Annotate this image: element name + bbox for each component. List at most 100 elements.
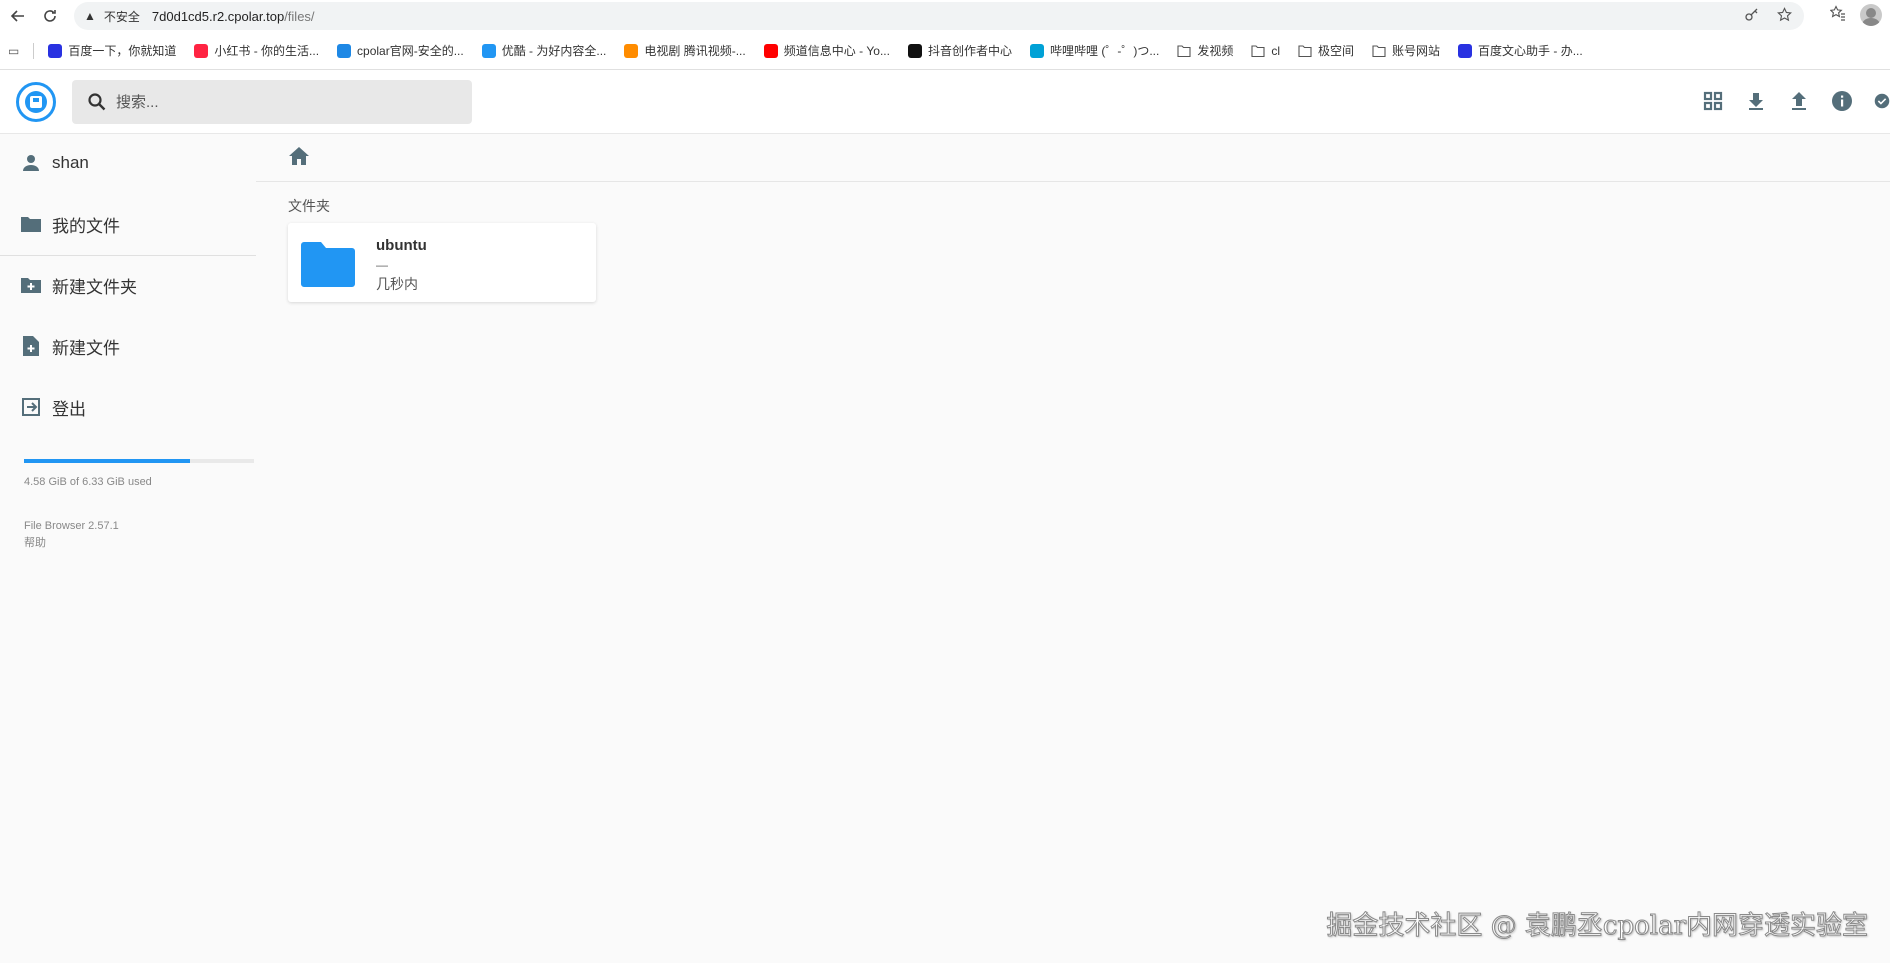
bookmark-item[interactable]: 极空间 — [1298, 42, 1354, 59]
bookmark-item[interactable]: 频道信息中心 - Yo... — [763, 42, 890, 59]
folder-icon — [1372, 44, 1386, 58]
folder-icon — [20, 213, 42, 235]
back-button[interactable] — [4, 2, 32, 30]
arrow-left-icon — [10, 10, 24, 22]
download-button[interactable] — [1745, 88, 1767, 114]
reading-list-icon[interactable]: ▭ — [8, 44, 19, 58]
select-button[interactable] — [1874, 88, 1890, 114]
view-mode-icon — [1703, 91, 1723, 111]
folders-section-title: 文件夹 — [288, 198, 330, 214]
bookmark-label: 哔哩哔哩 (゜-゜)つ... — [1050, 44, 1160, 58]
bookmark-item[interactable]: 百度文心助手 - 办... — [1458, 42, 1583, 59]
sidebar-item-label: 新建文件 — [52, 338, 120, 358]
bookmark-label: 频道信息中心 - Yo... — [783, 44, 890, 58]
bookmark-item[interactable]: cpolar官网-安全的... — [337, 42, 464, 59]
sidebar-item-label: shan — [52, 153, 89, 172]
bookmark-item[interactable]: 哔哩哔哩 (゜-゜)つ... — [1030, 42, 1159, 59]
select-check-icon — [1874, 93, 1890, 109]
home-icon[interactable] — [288, 146, 312, 168]
bookmark-label: 百度文心助手 - 办... — [1478, 44, 1583, 58]
bookmark-label: 抖音创作者中心 — [927, 44, 1012, 58]
bookmark-item[interactable]: 百度一下，你就知道 — [48, 42, 176, 59]
star-icon[interactable] — [1777, 7, 1792, 25]
storage-quota-text: 4.58 GiB of 6.33 GiB used — [24, 476, 152, 488]
sidebar-item-new-file[interactable]: 新建文件 — [0, 317, 256, 375]
help-link[interactable]: 帮助 — [24, 535, 119, 552]
bookmarks-bar: ▭ 百度一下，你就知道 小红书 - 你的生活... cpolar官网-安全的... 优… — [0, 32, 1890, 70]
bilibili-icon — [1030, 43, 1044, 58]
bookmark-item[interactable]: 小红书 - 你的生活... — [194, 42, 319, 59]
douyin-icon — [907, 43, 922, 58]
sidebar: shan 我的文件 新建文件夹 新建文件 登出 4.58 GiB of 6.33… — [0, 134, 256, 963]
bookmark-label: cpolar官网-安全的... — [357, 44, 464, 58]
xiaohongshu-icon — [194, 43, 209, 58]
address-bar[interactable]: ▲ 不安全 7d0d1cd5.r2.cpolar.top /files/ — [74, 2, 1804, 30]
folder-size: — — [376, 258, 388, 272]
youku-icon — [481, 43, 496, 58]
upload-button[interactable] — [1788, 88, 1810, 114]
sidebar-item-label: 登出 — [52, 399, 86, 419]
folder-icon — [301, 241, 355, 287]
version-text: File Browser 2.57.1 — [24, 520, 119, 532]
browser-toolbar: ▲ 不安全 7d0d1cd5.r2.cpolar.top /files/ — [0, 0, 1890, 32]
bookmark-item[interactable]: cl — [1251, 44, 1280, 58]
info-button[interactable] — [1831, 88, 1853, 114]
reload-icon — [44, 10, 56, 22]
filebrowser-logo[interactable] — [16, 82, 56, 122]
bookmarks-divider — [33, 42, 35, 59]
watermark-text: 掘金技术社区 @ 袁鹏丞cpolar内网穿透实验室 — [1326, 911, 1869, 942]
folder-icon — [1177, 44, 1191, 58]
upload-icon — [1792, 92, 1806, 110]
security-label: 不安全 — [103, 9, 140, 24]
folder-item[interactable]: ubuntu — 几秒内 — [288, 223, 596, 302]
bookmark-item[interactable]: 抖音创作者中心 — [907, 42, 1012, 59]
url-host: 7d0d1cd5.r2.cpolar.top — [151, 8, 285, 24]
bookmark-label: cl — [1271, 43, 1281, 58]
bookmark-label: 发视频 — [1197, 44, 1234, 58]
bookmark-label: 百度一下，你就知道 — [68, 44, 177, 58]
bookmark-item[interactable]: 账号网站 — [1372, 42, 1440, 59]
profile-avatar[interactable] — [1860, 4, 1882, 26]
breadcrumb — [256, 134, 1890, 182]
sidebar-item-label: 我的文件 — [52, 216, 120, 236]
folder-icon — [1251, 44, 1265, 58]
info-icon — [1832, 91, 1852, 111]
bookmark-item[interactable]: 电视剧 腾讯视频-... — [624, 42, 746, 59]
key-icon[interactable] — [1745, 7, 1759, 25]
search-input[interactable] — [116, 93, 436, 111]
folder-name: ubuntu — [376, 237, 427, 254]
tencent-video-icon — [624, 43, 639, 58]
sidebar-item-label: 新建文件夹 — [52, 277, 137, 297]
reload-button[interactable] — [36, 2, 64, 30]
storage-quota-bar — [24, 459, 254, 463]
baidu-icon — [48, 43, 63, 58]
cpolar-icon — [337, 43, 352, 58]
search-icon — [86, 91, 108, 113]
folder-modified: 几秒内 — [376, 276, 418, 292]
note-add-icon — [20, 335, 42, 357]
sidebar-item-user[interactable]: shan — [0, 134, 256, 192]
storage-quota-fill — [24, 459, 191, 463]
bookmark-label: 小红书 - 你的生活... — [214, 44, 320, 58]
download-icon — [1749, 93, 1763, 110]
app-header — [0, 70, 1890, 134]
url-path: /files/ — [284, 8, 315, 24]
create-folder-icon — [20, 274, 42, 296]
view-mode-button[interactable] — [1702, 88, 1724, 114]
bookmark-label: 电视剧 腾讯视频-... — [644, 44, 746, 58]
baidu-icon — [1458, 43, 1473, 58]
sidebar-item-logout[interactable]: 登出 — [0, 378, 256, 436]
search-box[interactable] — [72, 80, 472, 124]
bookmark-item[interactable]: 优酷 - 为好内容全... — [481, 42, 606, 59]
logout-icon — [20, 396, 42, 418]
person-icon — [20, 152, 42, 174]
sidebar-item-my-files[interactable]: 我的文件 — [0, 195, 256, 253]
folder-icon — [1298, 44, 1312, 58]
favorites-icon[interactable] — [1829, 4, 1846, 26]
bookmark-label: 极空间 — [1318, 44, 1355, 58]
youtube-icon — [763, 43, 778, 58]
credits: File Browser 2.57.1 帮助 — [24, 518, 119, 552]
bookmark-item[interactable]: 发视频 — [1177, 42, 1233, 59]
warning-icon: ▲ — [84, 9, 96, 23]
sidebar-item-new-folder[interactable]: 新建文件夹 — [0, 256, 256, 314]
